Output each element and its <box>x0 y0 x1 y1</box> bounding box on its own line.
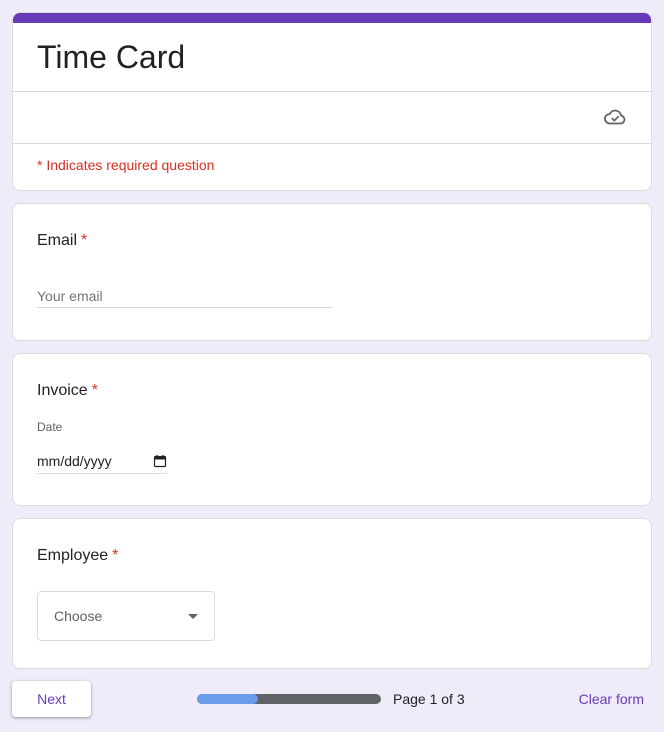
question-card-employee: Employee * Choose <box>12 518 652 669</box>
form-header-card: Time Card * Indicates required question <box>12 12 652 191</box>
cloud-check-icon[interactable] <box>603 105 627 129</box>
email-field[interactable] <box>37 284 332 308</box>
required-asterisk: * <box>91 382 98 399</box>
date-sublabel: Date <box>37 420 63 434</box>
dropdown-value: Choose <box>54 608 103 624</box>
question-title: Employee * <box>37 547 118 565</box>
question-label: Email <box>37 232 78 249</box>
dropdown-caret-icon <box>188 613 198 619</box>
date-placeholder: mm/dd/yyyy <box>37 452 112 469</box>
form-title: Time Card <box>37 39 186 75</box>
required-asterisk: * <box>81 232 88 249</box>
progress-bar-fill <box>197 694 259 704</box>
clear-form-link[interactable]: Clear form <box>579 691 644 707</box>
next-button[interactable]: Next <box>12 681 91 717</box>
header-accent-bar <box>13 13 651 23</box>
header-divider <box>13 91 651 92</box>
question-title: Invoice * <box>37 382 98 400</box>
calendar-icon[interactable] <box>153 454 167 468</box>
question-label: Invoice <box>37 382 88 399</box>
date-input[interactable]: mm/dd/yyyy <box>37 448 167 474</box>
question-card-email: Email * <box>12 203 652 341</box>
progress-bar <box>197 694 381 704</box>
header-divider <box>13 143 651 144</box>
employee-dropdown[interactable]: Choose <box>37 591 215 641</box>
required-asterisk: * <box>112 547 119 564</box>
required-note: * Indicates required question <box>37 157 215 173</box>
question-label: Employee <box>37 547 109 564</box>
page-indicator: Page 1 of 3 <box>393 691 465 707</box>
question-title: Email * <box>37 232 87 250</box>
question-card-invoice: Invoice * Date mm/dd/yyyy <box>12 353 652 506</box>
